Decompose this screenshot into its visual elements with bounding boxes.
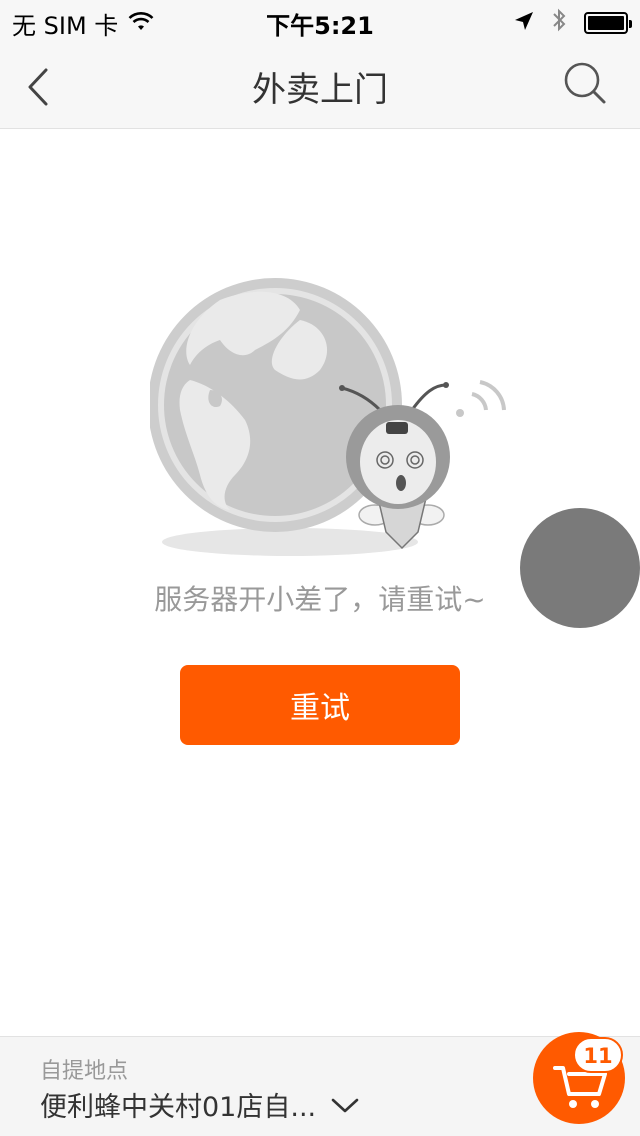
search-icon: [564, 62, 606, 104]
screen: 无 SIM 卡 下午5:21 外卖上门 服务器开小差了，请重试~ 重试 自提地点…: [0, 0, 640, 1136]
bluetooth-icon: [552, 8, 566, 38]
floating-assistive-button[interactable]: [520, 508, 640, 628]
chevron-down-icon: [331, 1098, 359, 1112]
location-arrow-icon: [514, 9, 534, 37]
nav-bar: 外卖上门: [0, 40, 640, 129]
pickup-store-name: 便利蜂中关村01店自...: [40, 1092, 317, 1123]
search-button[interactable]: [562, 60, 610, 108]
status-bar: 无 SIM 卡 下午5:21: [0, 0, 640, 40]
status-right: [514, 8, 632, 38]
error-illustration: [148, 270, 520, 570]
cart-count-badge: 11: [573, 1037, 623, 1073]
pickup-label: 自提地点: [40, 1059, 129, 1084]
battery-fill: [588, 16, 624, 30]
retry-button[interactable]: 重试: [180, 665, 460, 745]
battery-icon: [584, 12, 632, 34]
pickup-store-selector[interactable]: 便利蜂中关村01店自...: [40, 1085, 360, 1124]
page-title: 外卖上门: [252, 70, 388, 110]
globe-bee-mascot-illustration: [148, 278, 506, 556]
